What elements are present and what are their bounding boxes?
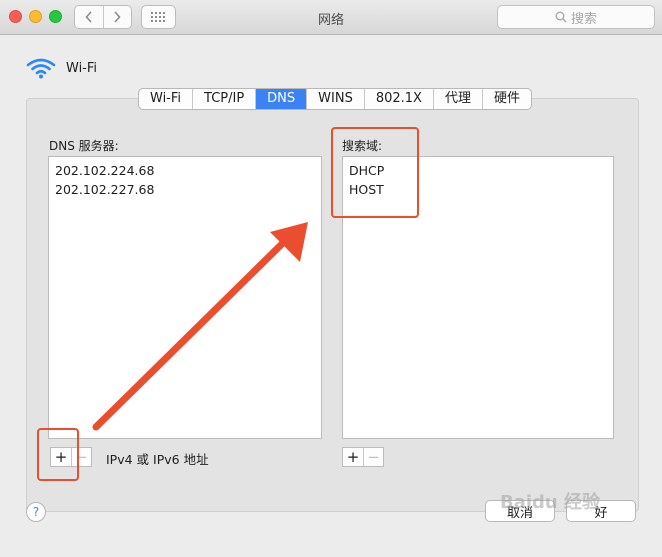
remove-dns-server-button[interactable]: −: [71, 448, 91, 466]
list-item[interactable]: DHCP: [349, 161, 607, 180]
title-bar: 网络 搜索: [0, 0, 662, 35]
ok-button[interactable]: 好: [566, 500, 636, 522]
wifi-icon: [26, 58, 56, 79]
interface-header: Wi-Fi: [26, 57, 97, 79]
add-search-domain-button[interactable]: +: [343, 448, 363, 466]
cancel-button[interactable]: 取消: [485, 500, 555, 522]
search-icon: [555, 11, 567, 23]
tab-tcpip[interactable]: TCP/IP: [193, 89, 257, 109]
tab-wins[interactable]: WINS: [307, 89, 365, 109]
network-pane: Wi-Fi Wi-Fi TCP/IP DNS WINS 802.1X 代理 硬件…: [8, 35, 654, 542]
tab-8021x[interactable]: 802.1X: [365, 89, 434, 109]
search-field[interactable]: 搜索: [497, 5, 655, 29]
tab-hardware[interactable]: 硬件: [483, 89, 531, 109]
search-domains-list[interactable]: DHCP HOST: [342, 156, 614, 439]
dns-add-remove: + −: [50, 447, 92, 467]
tab-bar: Wi-Fi TCP/IP DNS WINS 802.1X 代理 硬件: [138, 88, 532, 110]
dns-address-hint: IPv4 或 IPv6 地址: [106, 452, 209, 467]
list-item[interactable]: 202.102.224.68: [55, 161, 315, 180]
list-item[interactable]: HOST: [349, 180, 607, 199]
list-item[interactable]: 202.102.227.68: [55, 180, 315, 199]
search-domains-label: 搜索域:: [342, 139, 383, 153]
search-placeholder: 搜索: [570, 11, 597, 27]
add-dns-server-button[interactable]: +: [51, 448, 71, 466]
dns-servers-label: DNS 服务器:: [49, 139, 119, 153]
help-button[interactable]: ?: [26, 502, 46, 522]
tab-wifi[interactable]: Wi-Fi: [139, 89, 194, 109]
search-domains-add-remove: + −: [342, 447, 384, 467]
dns-servers-list[interactable]: 202.102.224.68 202.102.227.68: [48, 156, 322, 439]
help-icon: ?: [32, 505, 40, 519]
remove-search-domain-button[interactable]: −: [363, 448, 383, 466]
interface-name: Wi-Fi: [66, 60, 98, 76]
tab-dns[interactable]: DNS: [256, 89, 308, 109]
tab-proxy[interactable]: 代理: [434, 89, 483, 109]
